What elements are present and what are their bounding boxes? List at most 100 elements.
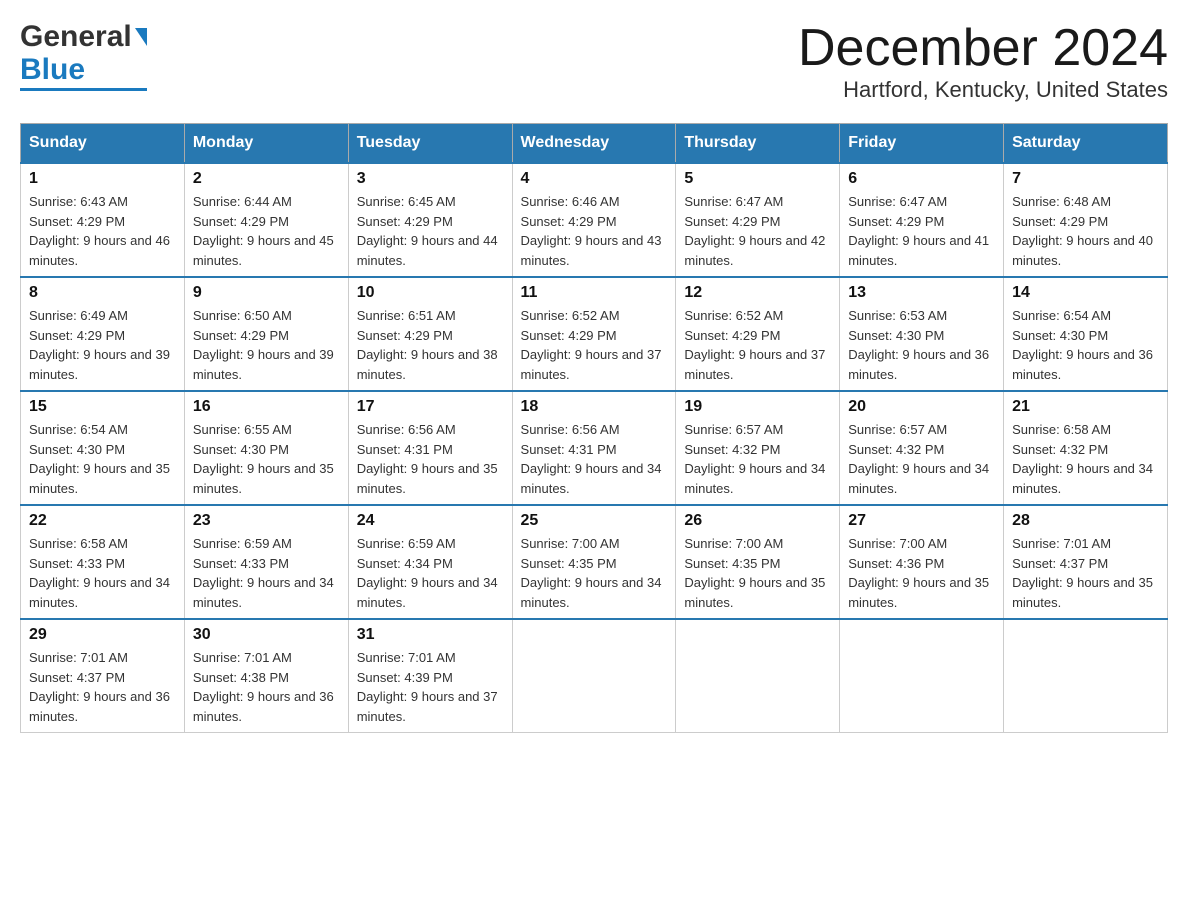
day-info: Sunrise: 6:43 AMSunset: 4:29 PMDaylight:… — [29, 192, 176, 270]
day-number: 25 — [521, 512, 668, 530]
day-info: Sunrise: 6:58 AMSunset: 4:33 PMDaylight:… — [29, 534, 176, 612]
day-number: 6 — [848, 170, 995, 188]
week-row: 22 Sunrise: 6:58 AMSunset: 4:33 PMDayligh… — [21, 505, 1168, 619]
title-block: December 2024 Hartford, Kentucky, United… — [798, 20, 1168, 103]
logo-blue-text: Blue — [20, 53, 85, 86]
day-info: Sunrise: 6:55 AMSunset: 4:30 PMDaylight:… — [193, 420, 340, 498]
day-number: 22 — [29, 512, 176, 530]
day-info: Sunrise: 6:54 AMSunset: 4:30 PMDaylight:… — [1012, 306, 1159, 384]
day-number: 29 — [29, 626, 176, 644]
calendar-cell — [1004, 619, 1168, 733]
calendar-cell: 31 Sunrise: 7:01 AMSunset: 4:39 PMDayligh… — [348, 619, 512, 733]
calendar-cell: 26 Sunrise: 7:00 AMSunset: 4:35 PMDayligh… — [676, 505, 840, 619]
col-header-sunday: Sunday — [21, 124, 185, 164]
week-row: 15Sunrise: 6:54 AMSunset: 4:30 PMDayligh… — [21, 391, 1168, 505]
col-header-tuesday: Tuesday — [348, 124, 512, 164]
day-number: 15 — [29, 398, 176, 416]
day-info: Sunrise: 6:49 AMSunset: 4:29 PMDaylight:… — [29, 306, 176, 384]
calendar-cell: 10 Sunrise: 6:51 AMSunset: 4:29 PMDayligh… — [348, 277, 512, 391]
day-info: Sunrise: 6:46 AMSunset: 4:29 PMDaylight:… — [521, 192, 668, 270]
day-info: Sunrise: 6:52 AMSunset: 4:29 PMDaylight:… — [684, 306, 831, 384]
day-number: 5 — [684, 170, 831, 188]
col-header-thursday: Thursday — [676, 124, 840, 164]
calendar-cell — [840, 619, 1004, 733]
day-info: Sunrise: 6:58 AMSunset: 4:32 PMDaylight:… — [1012, 420, 1159, 498]
week-row: 8 Sunrise: 6:49 AMSunset: 4:29 PMDaylight… — [21, 277, 1168, 391]
day-info: Sunrise: 6:50 AMSunset: 4:29 PMDaylight:… — [193, 306, 340, 384]
day-info: Sunrise: 6:59 AMSunset: 4:33 PMDaylight:… — [193, 534, 340, 612]
col-header-monday: Monday — [184, 124, 348, 164]
day-info: Sunrise: 6:47 AMSunset: 4:29 PMDaylight:… — [684, 192, 831, 270]
day-info: Sunrise: 6:48 AMSunset: 4:29 PMDaylight:… — [1012, 192, 1159, 270]
day-number: 16 — [193, 398, 340, 416]
day-number: 8 — [29, 284, 176, 302]
calendar-cell: 16 Sunrise: 6:55 AMSunset: 4:30 PMDayligh… — [184, 391, 348, 505]
calendar-cell — [512, 619, 676, 733]
day-number: 3 — [357, 170, 504, 188]
day-number: 14 — [1012, 284, 1159, 302]
day-number: 1 — [29, 170, 176, 188]
day-info: Sunrise: 6:51 AMSunset: 4:29 PMDaylight:… — [357, 306, 504, 384]
day-number: 21 — [1012, 398, 1159, 416]
calendar-cell: 11Sunrise: 6:52 AMSunset: 4:29 PMDayligh… — [512, 277, 676, 391]
day-number: 19 — [684, 398, 831, 416]
day-number: 26 — [684, 512, 831, 530]
day-info: Sunrise: 7:00 AMSunset: 4:36 PMDaylight:… — [848, 534, 995, 612]
calendar-cell: 6 Sunrise: 6:47 AMSunset: 4:29 PMDaylight… — [840, 163, 1004, 277]
calendar-cell: 15Sunrise: 6:54 AMSunset: 4:30 PMDayligh… — [21, 391, 185, 505]
calendar-cell: 21 Sunrise: 6:58 AMSunset: 4:32 PMDayligh… — [1004, 391, 1168, 505]
day-info: Sunrise: 7:00 AMSunset: 4:35 PMDaylight:… — [684, 534, 831, 612]
calendar-cell: 3 Sunrise: 6:45 AMSunset: 4:29 PMDaylight… — [348, 163, 512, 277]
week-row: 1 Sunrise: 6:43 AMSunset: 4:29 PMDaylight… — [21, 163, 1168, 277]
calendar-cell: 25Sunrise: 7:00 AMSunset: 4:35 PMDayligh… — [512, 505, 676, 619]
day-number: 17 — [357, 398, 504, 416]
day-info: Sunrise: 6:53 AMSunset: 4:30 PMDaylight:… — [848, 306, 995, 384]
day-number: 9 — [193, 284, 340, 302]
week-row: 29 Sunrise: 7:01 AMSunset: 4:37 PMDayligh… — [21, 619, 1168, 733]
day-info: Sunrise: 7:01 AMSunset: 4:37 PMDaylight:… — [1012, 534, 1159, 612]
calendar-table: SundayMondayTuesdayWednesdayThursdayFrid… — [20, 123, 1168, 733]
day-info: Sunrise: 7:01 AMSunset: 4:39 PMDaylight:… — [357, 648, 504, 726]
calendar-cell: 4 Sunrise: 6:46 AMSunset: 4:29 PMDaylight… — [512, 163, 676, 277]
calendar-cell: 2 Sunrise: 6:44 AMSunset: 4:29 PMDaylight… — [184, 163, 348, 277]
calendar-cell: 20 Sunrise: 6:57 AMSunset: 4:32 PMDayligh… — [840, 391, 1004, 505]
day-info: Sunrise: 6:45 AMSunset: 4:29 PMDaylight:… — [357, 192, 504, 270]
day-info: Sunrise: 6:59 AMSunset: 4:34 PMDaylight:… — [357, 534, 504, 612]
calendar-cell: 14 Sunrise: 6:54 AMSunset: 4:30 PMDayligh… — [1004, 277, 1168, 391]
day-info: Sunrise: 6:57 AMSunset: 4:32 PMDaylight:… — [684, 420, 831, 498]
col-header-saturday: Saturday — [1004, 124, 1168, 164]
day-info: Sunrise: 7:01 AMSunset: 4:37 PMDaylight:… — [29, 648, 176, 726]
logo: General Blue — [20, 20, 147, 91]
calendar-cell: 5 Sunrise: 6:47 AMSunset: 4:29 PMDaylight… — [676, 163, 840, 277]
day-number: 30 — [193, 626, 340, 644]
calendar-cell: 9 Sunrise: 6:50 AMSunset: 4:29 PMDaylight… — [184, 277, 348, 391]
calendar-cell: 24 Sunrise: 6:59 AMSunset: 4:34 PMDayligh… — [348, 505, 512, 619]
day-number: 20 — [848, 398, 995, 416]
col-header-friday: Friday — [840, 124, 1004, 164]
calendar-cell: 18Sunrise: 6:56 AMSunset: 4:31 PMDayligh… — [512, 391, 676, 505]
logo-underline — [20, 88, 147, 91]
day-number: 4 — [521, 170, 668, 188]
month-title: December 2024 — [798, 20, 1168, 77]
calendar-cell: 13 Sunrise: 6:53 AMSunset: 4:30 PMDayligh… — [840, 277, 1004, 391]
location-title: Hartford, Kentucky, United States — [798, 77, 1168, 103]
day-info: Sunrise: 6:47 AMSunset: 4:29 PMDaylight:… — [848, 192, 995, 270]
day-info: Sunrise: 6:52 AMSunset: 4:29 PMDaylight:… — [521, 306, 668, 384]
day-info: Sunrise: 6:44 AMSunset: 4:29 PMDaylight:… — [193, 192, 340, 270]
calendar-cell: 27 Sunrise: 7:00 AMSunset: 4:36 PMDayligh… — [840, 505, 1004, 619]
calendar-cell: 29 Sunrise: 7:01 AMSunset: 4:37 PMDayligh… — [21, 619, 185, 733]
calendar-cell: 12Sunrise: 6:52 AMSunset: 4:29 PMDayligh… — [676, 277, 840, 391]
day-number: 2 — [193, 170, 340, 188]
calendar-cell — [676, 619, 840, 733]
day-number: 27 — [848, 512, 995, 530]
day-info: Sunrise: 6:56 AMSunset: 4:31 PMDaylight:… — [357, 420, 504, 498]
day-number: 10 — [357, 284, 504, 302]
day-number: 24 — [357, 512, 504, 530]
logo-triangle-icon — [135, 28, 147, 46]
day-info: Sunrise: 6:57 AMSunset: 4:32 PMDaylight:… — [848, 420, 995, 498]
calendar-cell: 8 Sunrise: 6:49 AMSunset: 4:29 PMDaylight… — [21, 277, 185, 391]
calendar-cell: 23Sunrise: 6:59 AMSunset: 4:33 PMDayligh… — [184, 505, 348, 619]
day-number: 13 — [848, 284, 995, 302]
day-number: 7 — [1012, 170, 1159, 188]
day-number: 31 — [357, 626, 504, 644]
